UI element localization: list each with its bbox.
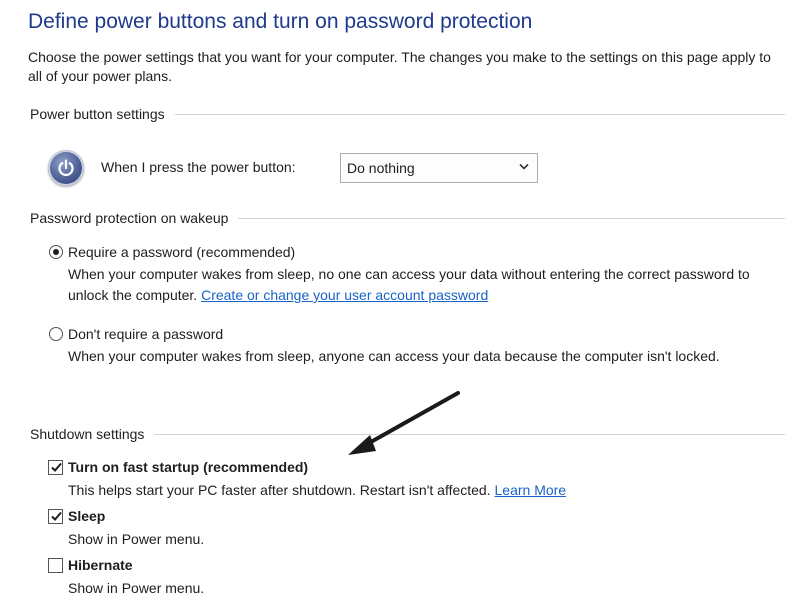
dont-require-password-radio[interactable] — [49, 327, 63, 341]
change-password-link[interactable]: Create or change your user account passw… — [201, 287, 488, 303]
power-button-label: When I press the power button: — [101, 159, 296, 175]
radio-label: Require a password (recommended) — [68, 244, 296, 260]
fast-startup-checkbox[interactable] — [48, 459, 63, 475]
section-label: Power button settings — [30, 106, 165, 122]
page-intro: Choose the power settings that you want … — [28, 49, 771, 84]
require-password-radio[interactable] — [49, 245, 63, 259]
dont-require-password-option[interactable]: Don't require a password — [49, 326, 223, 342]
dropdown-selected-value: Do nothing — [347, 160, 415, 176]
sleep-description: Show in Power menu. — [68, 531, 205, 547]
power-button-settings-header: Power button settings — [30, 106, 785, 122]
checkbox-label: Sleep — [68, 508, 106, 524]
sleep-checkbox[interactable] — [48, 508, 63, 524]
checkmark-icon — [51, 511, 62, 521]
hibernate-checkbox[interactable] — [48, 557, 63, 573]
sleep-option[interactable]: Sleep — [48, 508, 105, 524]
checkmark-icon — [51, 462, 62, 472]
description-text: This helps start your PC faster after sh… — [68, 482, 491, 498]
radio-label: Don't require a password — [68, 326, 224, 342]
dont-require-password-description: When your computer wakes from sleep, any… — [68, 348, 720, 364]
power-icon — [48, 150, 84, 186]
hibernate-option[interactable]: Hibernate — [48, 557, 133, 573]
fast-startup-description: This helps start your PC faster after sh… — [68, 480, 788, 501]
hibernate-description: Show in Power menu. — [68, 580, 205, 596]
section-label: Password protection on wakeup — [30, 210, 229, 226]
section-divider — [238, 217, 785, 219]
checkbox-label: Hibernate — [68, 557, 133, 573]
power-options-page: Define power buttons and turn on passwor… — [0, 0, 800, 600]
checkbox-label: Turn on fast startup (recommended) — [68, 459, 309, 475]
page-title: Define power buttons and turn on passwor… — [28, 10, 533, 33]
require-password-option[interactable]: Require a password (recommended) — [49, 244, 295, 260]
power-button-action-dropdown[interactable]: Do nothing — [340, 153, 538, 183]
section-label: Shutdown settings — [30, 426, 145, 442]
password-protection-header: Password protection on wakeup — [30, 210, 785, 226]
annotation-arrow-icon — [348, 391, 460, 455]
require-password-description: When your computer wakes from sleep, no … — [68, 264, 788, 306]
fast-startup-option[interactable]: Turn on fast startup (recommended) — [48, 459, 308, 475]
section-divider — [174, 113, 785, 115]
chevron-down-icon — [519, 163, 529, 170]
learn-more-link[interactable]: Learn More — [495, 482, 567, 498]
